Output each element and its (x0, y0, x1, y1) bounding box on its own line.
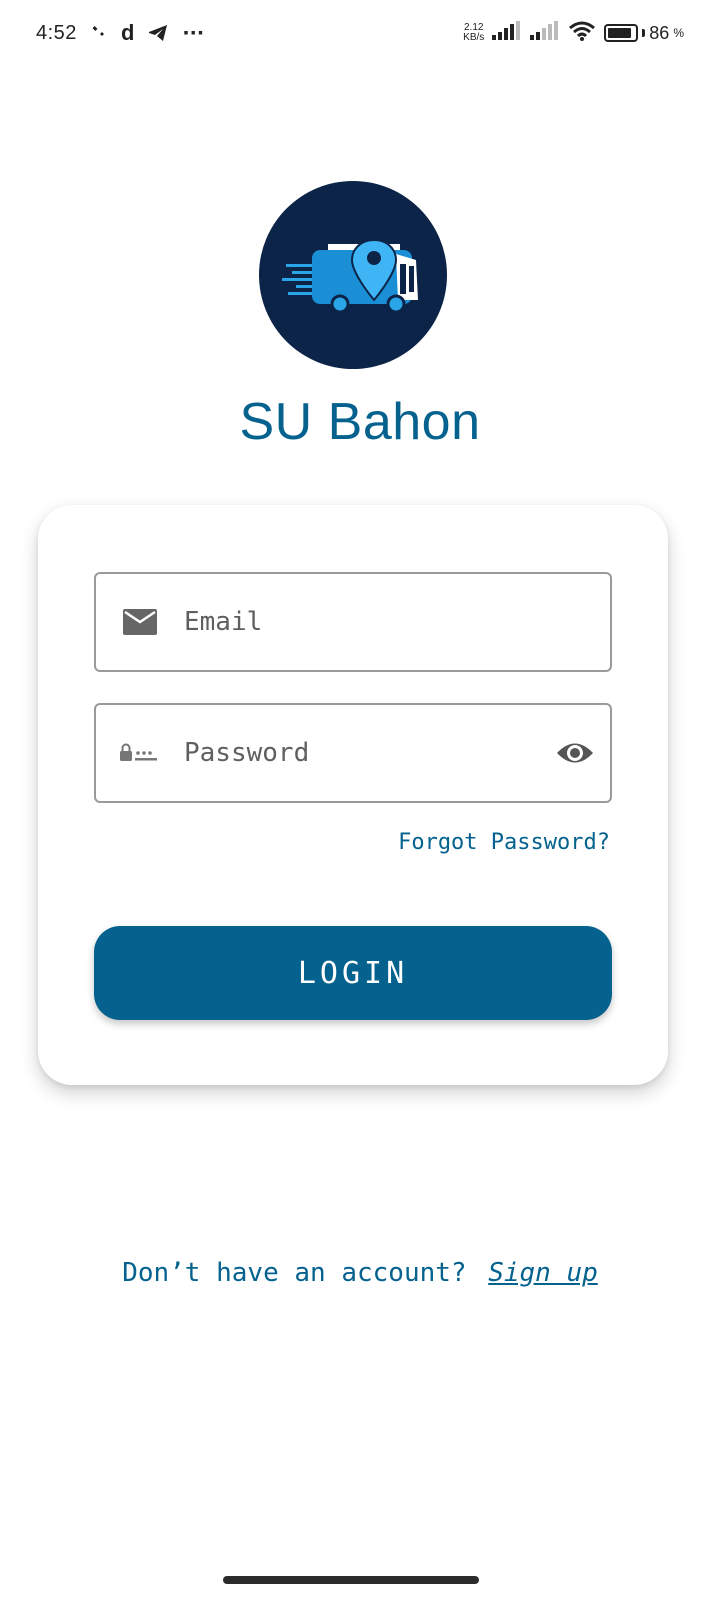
login-card: Forgot Password? LOGIN (38, 505, 668, 1085)
status-left: 4:52 d ··· (36, 20, 204, 46)
network-speed: 2.12 KB/s (463, 23, 484, 43)
home-indicator[interactable] (223, 1576, 479, 1584)
bus-location-icon (282, 238, 418, 314)
signup-prompt: Don’t have an account? Sign up (0, 1258, 720, 1288)
battery-icon (604, 24, 639, 42)
signal-icon-2 (530, 21, 560, 45)
battery-percent: 86 (649, 22, 670, 43)
password-input[interactable] (184, 738, 540, 768)
signup-prompt-text: Don’t have an account? (122, 1258, 467, 1288)
more-dots-icon: ··· (182, 22, 205, 44)
battery-percent-sign: % (673, 26, 684, 40)
wifi-icon (568, 20, 596, 46)
login-button[interactable]: LOGIN (94, 926, 612, 1020)
login-screen: 4:52 d ··· 2.12 KB/s 86 % SU Bahon Email… (0, 0, 720, 1600)
d-app-icon: d (120, 20, 135, 45)
wrench-icon (91, 25, 107, 41)
email-input[interactable] (184, 607, 610, 637)
app-title: SU Bahon (239, 393, 481, 451)
signal-icon-1 (492, 21, 522, 45)
show-password-icon[interactable] (540, 740, 610, 766)
forgot-password-link[interactable]: Forgot Password? (398, 830, 610, 855)
battery-indicator: 86% (604, 23, 684, 44)
signup-link[interactable]: Sign up (488, 1258, 598, 1288)
password-lock-icon (96, 743, 184, 763)
status-bar: 4:52 d ··· 2.12 KB/s 86 % (0, 0, 720, 66)
app-logo (259, 181, 447, 369)
status-time: 4:52 (36, 21, 77, 44)
speed-unit: KB/s (463, 32, 485, 43)
password-field[interactable] (94, 703, 612, 803)
email-field[interactable] (94, 572, 612, 672)
status-right: 2.12 KB/s 86% (463, 20, 684, 46)
mail-icon (96, 609, 184, 635)
telegram-icon (148, 24, 168, 42)
